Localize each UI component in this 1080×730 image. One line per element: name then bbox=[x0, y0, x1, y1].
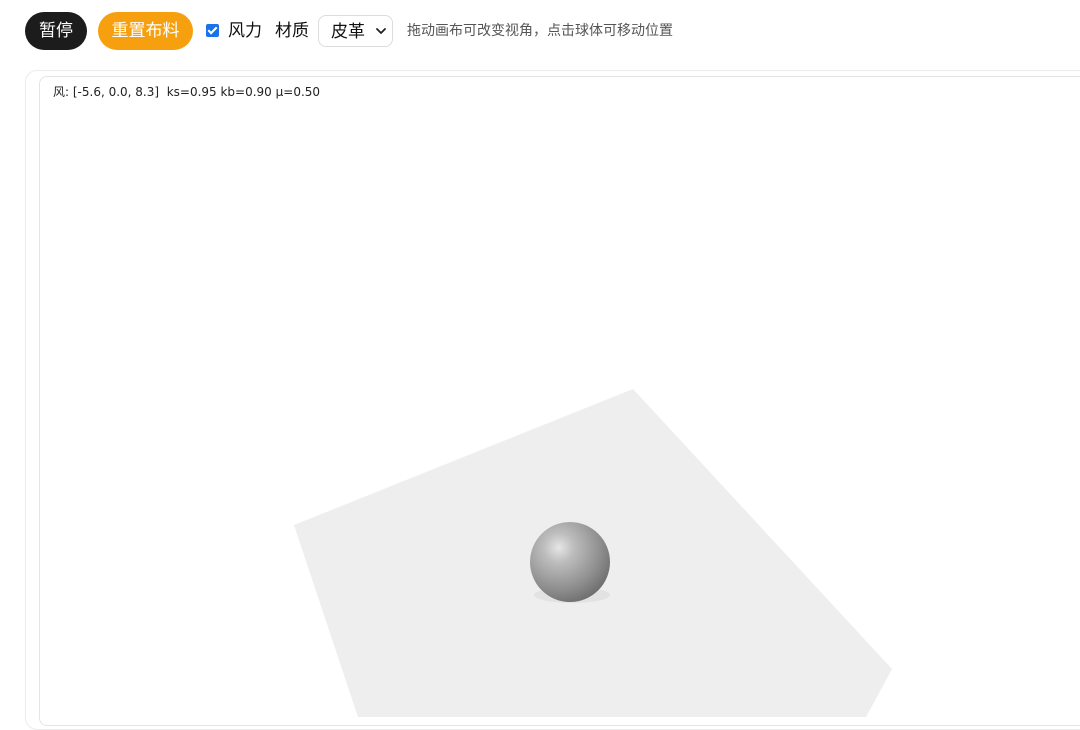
wind-checkbox[interactable] bbox=[206, 24, 219, 37]
toolbar: 暂停 重置布料 风力 材质 皮革 拖动画布可改变视角，点击球体可移动位置 bbox=[0, 0, 1080, 62]
scene-svg bbox=[294, 389, 892, 717]
sphere[interactable] bbox=[530, 522, 610, 602]
material-label: 材质 bbox=[275, 21, 309, 41]
wind-status-readout: 风: [-5.6, 0.0, 8.3] ks=0.95 kb=0.90 μ=0.… bbox=[53, 85, 321, 99]
pause-button[interactable]: 暂停 bbox=[25, 12, 87, 50]
interaction-hint: 拖动画布可改变视角，点击球体可移动位置 bbox=[407, 23, 673, 39]
simulation-canvas[interactable]: 风: [-5.6, 0.0, 8.3] ks=0.95 kb=0.90 μ=0.… bbox=[39, 76, 1080, 726]
material-select-value: 皮革 bbox=[331, 22, 365, 42]
reset-cloth-button[interactable]: 重置布料 bbox=[98, 12, 193, 50]
material-select[interactable]: 皮革 bbox=[318, 15, 393, 47]
chevron-down-icon bbox=[376, 28, 386, 34]
wind-label[interactable]: 风力 bbox=[228, 20, 262, 42]
